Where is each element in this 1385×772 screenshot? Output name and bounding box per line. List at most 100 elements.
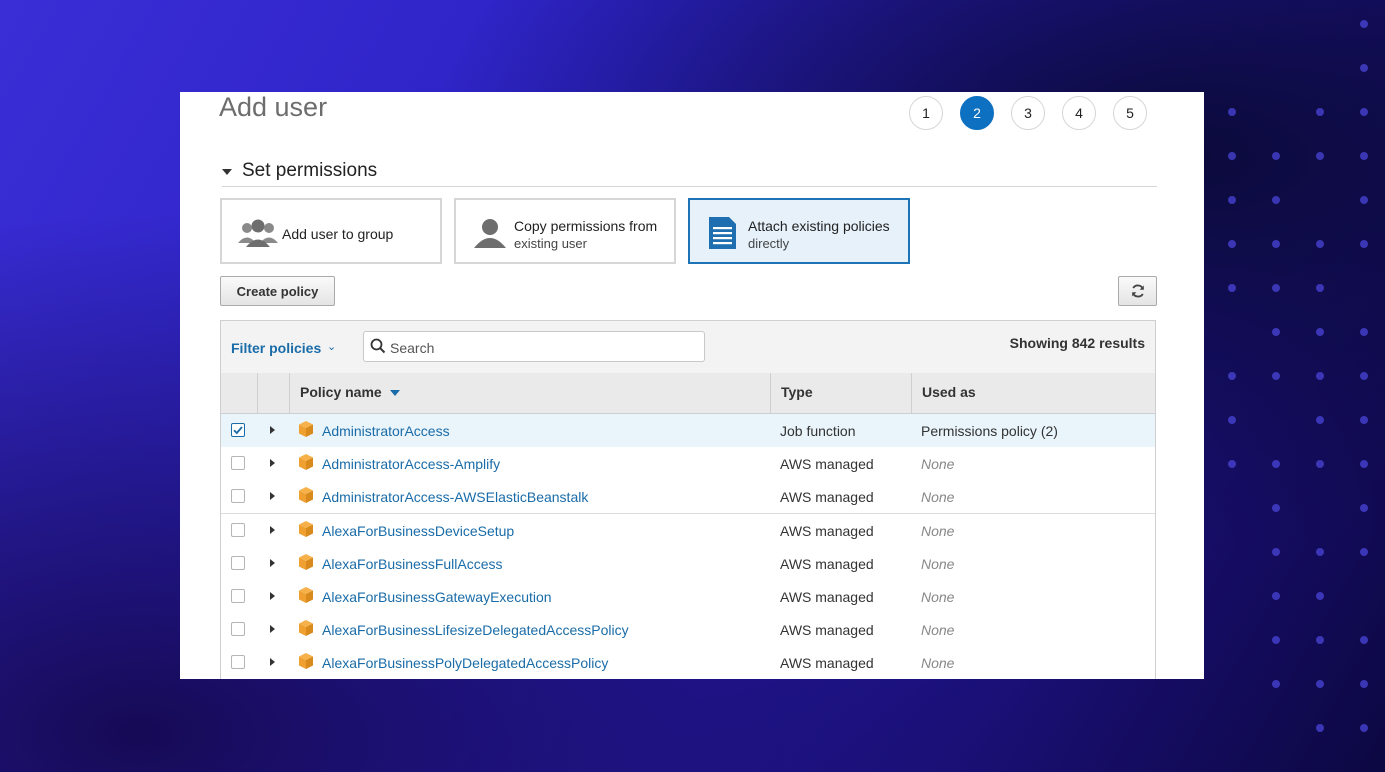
policy-name-link[interactable]: AdministratorAccess-AWSElasticBeanstalk [322,489,588,505]
background-dot [1228,416,1236,424]
policy-name-link[interactable]: AlexaForBusinessGatewayExecution [322,589,552,605]
policy-name-link[interactable]: AlexaForBusinessFullAccess [322,556,503,572]
background-dot [1316,328,1324,336]
background-dot [1360,108,1368,116]
background-dot [1272,284,1280,292]
policy-used-as: None [921,589,955,605]
package-icon [299,653,313,670]
background-dot [1316,108,1324,116]
background-dot [1272,636,1280,644]
step-1[interactable]: 1 [909,96,943,130]
expand-column-header [257,373,289,413]
users-group-icon [238,219,278,247]
row-checkbox[interactable] [231,456,245,471]
background-dot [1228,152,1236,160]
background-dot [1360,504,1368,512]
column-header-used-as[interactable]: Used as [911,373,1157,413]
expand-row-icon[interactable] [270,459,275,468]
table-row[interactable]: AlexaForBusinessGatewayExecution AWS mana… [221,580,1155,614]
background-dot [1360,724,1368,732]
expand-row-icon[interactable] [270,592,275,600]
background-dot [1272,372,1280,380]
background-dot [1360,20,1368,28]
step-3[interactable]: 3 [1011,96,1045,130]
background-dot [1316,152,1324,160]
package-icon [299,553,313,570]
policy-type: AWS managed [780,589,874,605]
refresh-button[interactable] [1118,276,1157,306]
select-column-header [221,373,257,413]
step-2[interactable]: 2 [960,96,994,130]
package-icon [299,620,313,637]
user-icon [474,219,506,248]
step-4[interactable]: 4 [1062,96,1096,130]
policy-used-as: None [921,522,955,539]
table-row[interactable]: AlexaForBusinessDeviceSetup AWS managed No… [221,513,1155,548]
row-checkbox[interactable] [231,655,245,670]
background-dot [1228,284,1236,292]
row-checkbox[interactable] [231,522,245,537]
background-dot [1360,328,1368,336]
table-row[interactable]: AlexaForBusinessLifesizeDelegatedAccessP… [221,613,1155,648]
expand-row-icon[interactable] [270,525,275,534]
create-policy-button[interactable]: Create policy [220,276,335,306]
row-checkbox[interactable] [231,555,245,570]
policy-name-link[interactable]: AlexaForBusinessLifesizeDelegatedAccessP… [322,622,629,638]
expand-row-icon[interactable] [270,558,275,567]
option-label: Attach existing policies [748,218,890,234]
step-5[interactable]: 5 [1113,96,1147,130]
background-dot [1360,152,1368,160]
column-header-policy-name[interactable]: Policy name [289,373,770,413]
policy-name-link[interactable]: AlexaForBusinessDeviceSetup [322,523,514,539]
background-dot [1228,372,1236,380]
filter-policies-dropdown[interactable]: Filter policies [231,340,321,356]
table-row[interactable]: AdministratorAccess-Amplify AWS managed No… [221,447,1155,482]
table-row[interactable]: AdministratorAccess Job function Permissio… [221,414,1155,448]
background-dot [1360,548,1368,556]
policy-type: AWS managed [780,456,874,473]
table-row[interactable]: AlexaForBusinessFullAccess AWS managed Non… [221,546,1155,581]
search-box[interactable] [363,331,705,363]
background-dot [1272,152,1280,160]
expand-row-icon[interactable] [270,658,275,667]
wizard-steps: 1 2 3 4 5 [909,96,1147,130]
policies-table: Filter policies ⌄ Showing 842 results Po… [220,320,1156,679]
background-dot [1316,460,1324,468]
background-dot [1316,372,1324,380]
option-attach-existing-policies[interactable]: Attach existing policies directly [688,198,910,264]
background-dot [1272,680,1280,688]
expand-row-icon[interactable] [270,492,275,501]
background-dot [1360,240,1368,248]
search-input[interactable] [388,332,692,363]
option-label: Add user to group [282,226,394,242]
option-add-user-to-group[interactable]: Add user to group [220,198,442,264]
background-dot [1360,196,1368,204]
background-dot [1272,328,1280,336]
background-dot [1316,636,1324,644]
table-header: Policy name Type Used as [221,373,1155,414]
table-row[interactable]: AlexaForBusinessPolyDelegatedAccessPolic… [221,646,1155,679]
option-copy-permissions[interactable]: Copy permissions from existing user [454,198,676,264]
option-sublabel: directly [748,236,790,251]
column-header-type[interactable]: Type [770,373,911,413]
background-dot [1228,240,1236,248]
row-checkbox[interactable] [231,423,245,437]
expand-row-icon[interactable] [270,625,275,634]
option-sublabel: existing user [514,236,587,251]
policy-name-link[interactable]: AlexaForBusinessPolyDelegatedAccessPolic… [322,655,608,671]
policy-name-link[interactable]: AdministratorAccess-Amplify [322,456,500,472]
section-title: Set permissions [242,160,378,181]
background-dot [1360,64,1368,72]
policy-name-link[interactable]: AdministratorAccess [322,423,450,439]
policy-used-as: None [921,489,955,506]
policy-type: AWS managed [780,489,874,506]
background-dot [1360,636,1368,644]
set-permissions-section[interactable]: Set permissions [222,160,1157,187]
row-checkbox[interactable] [231,489,245,504]
row-checkbox[interactable] [231,622,245,637]
table-row[interactable]: AdministratorAccess-AWSElasticBeanstalk A… [221,480,1155,515]
chevron-down-icon[interactable]: ⌄ [327,340,336,353]
row-checkbox[interactable] [231,589,245,603]
option-label: Copy permissions from [514,218,658,234]
expand-row-icon[interactable] [270,426,275,434]
